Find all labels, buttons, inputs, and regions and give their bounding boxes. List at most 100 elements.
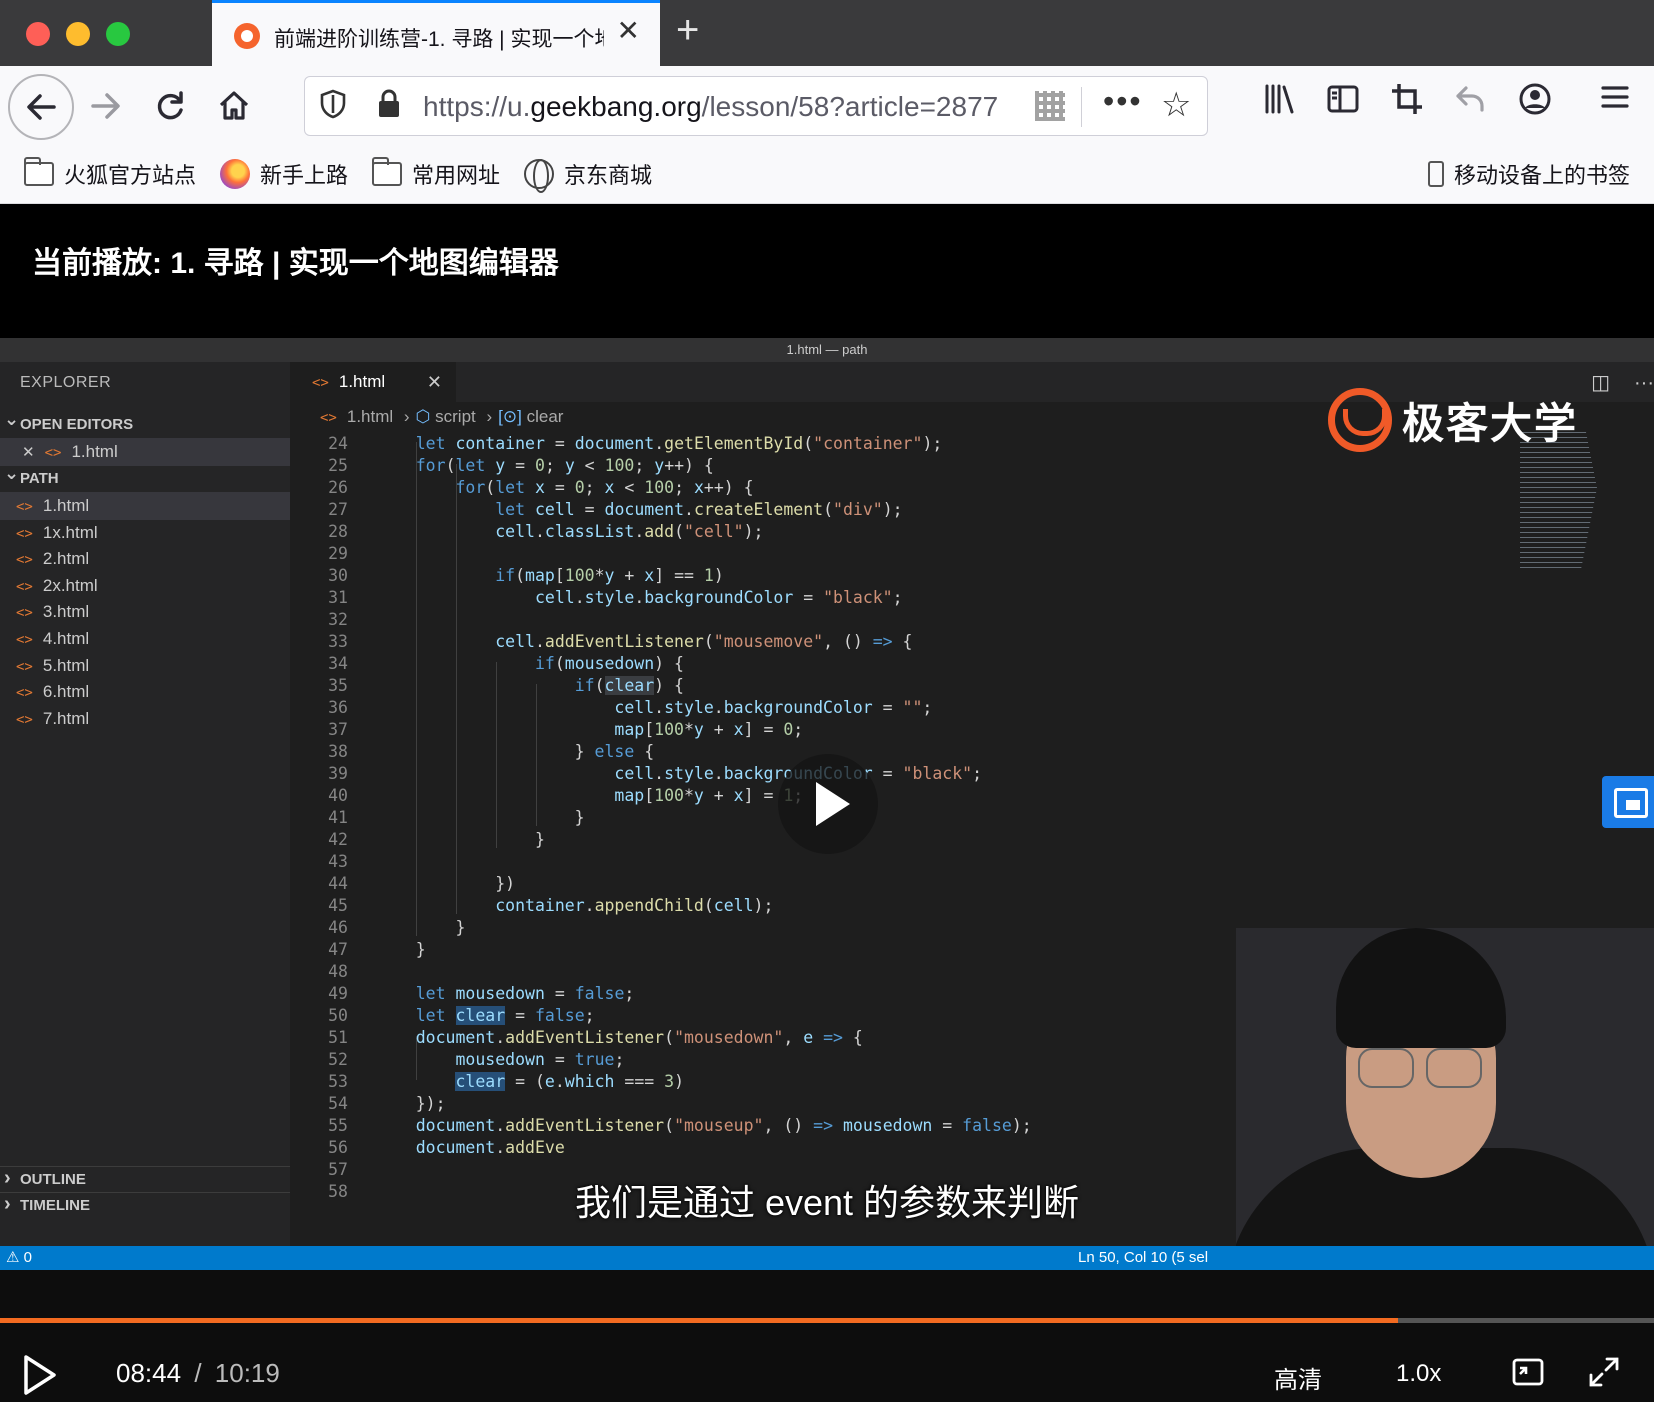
now-playing-header: 当前播放: 1. 寻路 | 实现一个地图编辑器 [0, 204, 1654, 338]
firefox-icon [220, 159, 250, 189]
screenshot-crop-icon[interactable] [1390, 82, 1424, 124]
url-text[interactable]: https://u.geekbang.org/lesson/58?article… [423, 91, 1023, 123]
html-file-icon: <> [320, 410, 337, 426]
bookmark-label: 移动设备上的书签 [1454, 163, 1631, 188]
code-minimap [1520, 432, 1597, 572]
library-icon[interactable] [1262, 82, 1296, 124]
url-separator [1081, 87, 1082, 127]
bookmark-label: 火狐官方站点 [64, 163, 197, 188]
url-path: /lesson/58?article=2877 [701, 91, 999, 122]
center-play-button[interactable] [778, 754, 878, 854]
qr-code-icon[interactable] [1035, 91, 1065, 121]
html-file-icon: <> [16, 632, 33, 648]
code-line: 42 } [328, 830, 545, 849]
close-window-button[interactable] [26, 22, 50, 46]
maximize-window-button[interactable] [106, 22, 130, 46]
tab-title: 前端进阶训练营-1. 寻路 | 实现一个地图编辑器 [274, 28, 604, 51]
file-item[interactable]: <> 1.html [0, 492, 290, 520]
picture-in-picture-side-button[interactable] [1602, 776, 1654, 828]
file-label: 1.html [42, 496, 90, 515]
back-button[interactable] [8, 74, 74, 140]
arrow-left-icon [27, 94, 56, 120]
new-tab-button[interactable]: + [676, 10, 699, 50]
home-button[interactable] [208, 80, 260, 132]
arrow-right-icon [91, 93, 120, 119]
minimize-window-button[interactable] [66, 22, 90, 46]
code-line: 29 [328, 544, 348, 563]
lock-icon[interactable] [377, 89, 401, 126]
picture-in-picture-button[interactable] [1512, 1356, 1544, 1388]
video-frame[interactable]: 1.html — path EXPLORER OPEN EDITORS ✕ <> 1… [0, 338, 1654, 1270]
home-icon [219, 91, 249, 120]
fullscreen-button[interactable] [1588, 1356, 1620, 1388]
bookmark-star-icon[interactable]: ☆ [1161, 85, 1191, 125]
account-icon[interactable] [1518, 82, 1552, 124]
file-item[interactable]: <> 2.html [0, 545, 290, 573]
file-item[interactable]: <> 6.html [0, 678, 290, 706]
play-icon [24, 1355, 56, 1395]
breadcrumb-file: 1.html [346, 407, 394, 426]
vscode-explorer-sidebar: EXPLORER OPEN EDITORS ✕ <> 1.html PATH <> 1… [0, 362, 290, 1246]
file-item[interactable]: <> 5.html [0, 652, 290, 680]
html-file-icon: <> [16, 578, 33, 595]
folder-icon [24, 157, 54, 186]
url-bar[interactable]: https://u.geekbang.org/lesson/58?article… [304, 76, 1208, 136]
speed-button[interactable]: 1.0x [1396, 1360, 1441, 1388]
code-line: 35 if(clear) { [328, 676, 684, 695]
file-label: 2x.html [42, 575, 98, 595]
code-line: 44 }) [328, 874, 516, 893]
browser-tab-bar: 前端进阶训练营-1. 寻路 | 实现一个地图编辑器 ✕ + [0, 0, 1654, 66]
sidebar-toggle-icon[interactable] [1326, 82, 1360, 124]
hamburger-menu-icon[interactable] [1600, 82, 1630, 120]
play-button[interactable] [22, 1354, 58, 1395]
close-tab-icon[interactable]: ✕ [617, 17, 640, 45]
page-actions-more-icon[interactable]: ••• [1103, 83, 1143, 120]
file-item[interactable]: <> 4.html [0, 625, 290, 653]
quality-button[interactable]: 高清 [1274, 1360, 1322, 1395]
reload-button[interactable] [144, 80, 196, 132]
progress-bar[interactable] [0, 1318, 1654, 1323]
code-line: 30 if(map[100*y + x] == 1) [328, 566, 724, 585]
url-domain: geekbang.org [530, 91, 702, 122]
browser-tab-active[interactable]: 前端进阶训练营-1. 寻路 | 实现一个地图编辑器 ✕ [212, 0, 660, 66]
path-section: PATH [0, 460, 290, 492]
bookmark-label: 京东商城 [564, 163, 653, 188]
breadcrumb-symbol: clear [526, 407, 564, 426]
undo-icon[interactable] [1454, 82, 1488, 124]
open-editor-item: ✕ <> 1.html [0, 438, 290, 466]
presenter-glasses [1358, 1048, 1414, 1088]
file-item[interactable]: <> 3.html [0, 598, 290, 626]
video-subtitle: 我们是通过 event 的参数来判断 [574, 1182, 1080, 1223]
file-item[interactable]: <> 2x.html [0, 572, 290, 600]
html-file-icon: <> [312, 375, 329, 391]
code-line: 41 } [328, 808, 585, 827]
geekbang-favicon-icon [234, 23, 260, 49]
duration: 10:19 [214, 1358, 280, 1388]
close-icon: ✕ [426, 372, 442, 392]
file-item[interactable]: <> 1x.html [0, 519, 290, 547]
code-line: 25 for(let y = 0; y < 100; y++) { [328, 456, 714, 475]
bookmark-getting-started[interactable]: 新手上路 [220, 158, 348, 190]
status-problems-count: 0 [23, 1249, 32, 1266]
bookmark-firefox-official[interactable]: 火狐官方站点 [24, 157, 197, 190]
code-line: 34 if(mousedown) { [328, 654, 684, 673]
variable-icon: [⊙] [498, 407, 522, 426]
file-label: 2.html [42, 549, 90, 569]
bookmark-mobile-bookmarks[interactable]: 移动设备上的书签 [1428, 158, 1630, 190]
file-label: 4.html [42, 629, 90, 648]
file-label: 1.html [71, 442, 118, 461]
current-time: 08:44 [116, 1358, 182, 1388]
presenter-hair [1336, 928, 1506, 1048]
time-display: 08:44 / 10:19 [116, 1358, 280, 1389]
bookmark-jd-mall[interactable]: 京东商城 [524, 158, 653, 193]
html-file-icon: <> [44, 445, 62, 461]
forward-button[interactable] [80, 80, 132, 132]
html-file-icon: <> [16, 658, 33, 675]
explorer-header: EXPLORER [20, 374, 112, 391]
bookmark-common-sites[interactable]: 常用网址 [372, 157, 500, 190]
file-item[interactable]: <> 7.html [0, 705, 290, 733]
geekbang-university-logo: 极客大学 [1328, 388, 1578, 452]
shield-icon[interactable] [319, 89, 347, 126]
editor-tab-label: 1.html [338, 372, 386, 391]
code-line: 37 map[100*y + x] = 0; [328, 720, 804, 739]
